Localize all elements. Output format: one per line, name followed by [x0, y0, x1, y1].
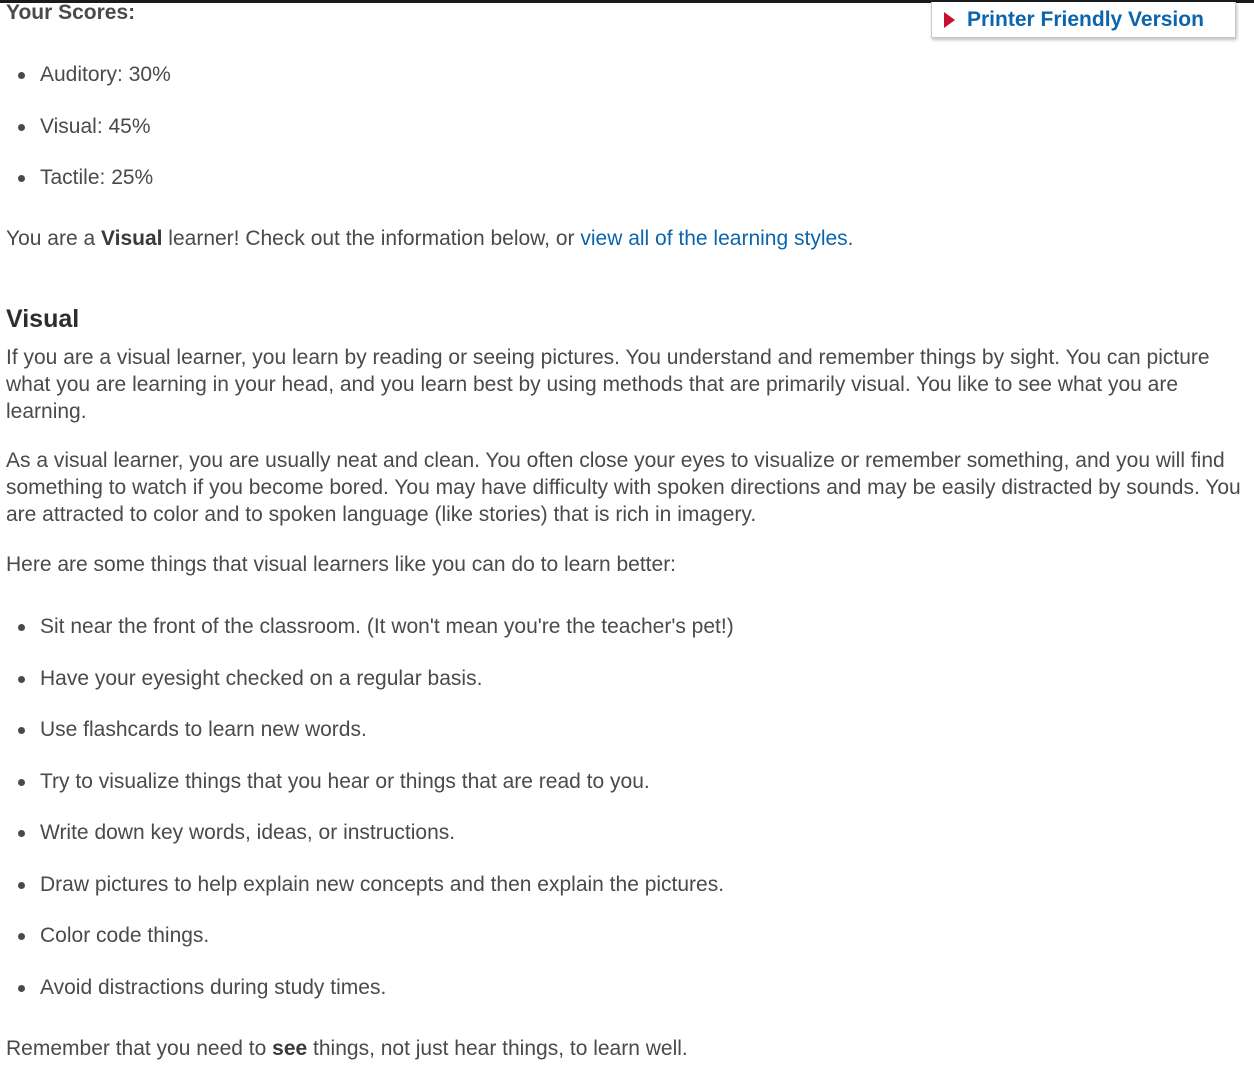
tip-text: Sit near the front of the classroom. (It… [40, 615, 734, 638]
closing-prefix: Remember that you need to [6, 1037, 273, 1060]
list-item: Draw pictures to help explain new concep… [0, 872, 734, 924]
view-all-styles-link[interactable]: view all of the learning styles [580, 227, 847, 250]
tip-text: Avoid distractions during study times. [40, 975, 387, 999]
bullet-icon [18, 72, 25, 79]
result-prefix: You are a [6, 227, 101, 250]
score-label: Tactile: 25% [40, 166, 154, 189]
tip-text: Have your eyesight checked on a regular … [40, 666, 483, 690]
section-title: Visual [6, 305, 80, 333]
bullet-icon [18, 675, 25, 683]
tip-text: Color code things. [40, 924, 210, 947]
bullet-icon [18, 624, 25, 631]
result-style: Visual [100, 227, 163, 250]
list-item: Write down key words, ideas, or instruct… [0, 820, 734, 872]
bullet-icon [18, 123, 25, 131]
play-arrow-icon [944, 11, 955, 28]
list-item: Color code things. [0, 923, 734, 975]
score-item-tactile: Tactile: 25% [0, 165, 171, 217]
bullet-icon [18, 984, 25, 992]
bullet-icon [18, 881, 25, 889]
bullet-icon [18, 778, 25, 786]
tip-text: Write down key words, ideas, or instruct… [40, 821, 456, 844]
score-item-auditory: Auditory: 30% [0, 62, 171, 114]
description-paragraph-1: If you are a visual learner, you learn b… [6, 346, 1210, 423]
printer-friendly-label: Printer Friendly Version [967, 7, 1204, 31]
list-item: Have your eyesight checked on a regular … [0, 666, 734, 718]
printer-friendly-button[interactable]: Printer Friendly Version [931, 2, 1236, 38]
closing-emphasis: see [272, 1037, 308, 1060]
closing-suffix: things, not just hear things, to learn w… [307, 1037, 688, 1060]
scores-list: Auditory: 30% Visual: 45% Tactile: 25% [0, 62, 171, 217]
tips-list: Sit near the front of the classroom. (It… [0, 614, 734, 1026]
bullet-icon [18, 727, 25, 734]
result-suffix: . [847, 227, 854, 250]
result-summary: You are a Visual learner! Check out the … [6, 225, 1246, 252]
tip-text: Try to visualize things that you hear or… [40, 769, 650, 793]
list-item: Sit near the front of the classroom. (It… [0, 614, 734, 666]
closing-statement: Remember that you need to see things, no… [6, 1035, 1246, 1062]
score-label: Auditory: 30% [40, 63, 171, 86]
bullet-icon [18, 830, 25, 837]
scores-heading: Your Scores: [6, 1, 136, 24]
description-paragraph-2: As a visual learner, you are usually nea… [6, 449, 1241, 526]
list-item: Try to visualize things that you hear or… [0, 769, 734, 821]
tip-text: Use flashcards to learn new words. [40, 718, 367, 741]
score-label: Visual: 45% [40, 114, 151, 138]
tip-text: Draw pictures to help explain new concep… [40, 872, 725, 896]
result-middle: learner! Check out the information below… [162, 227, 581, 250]
list-item: Use flashcards to learn new words. [0, 717, 734, 769]
list-item: Avoid distractions during study times. [0, 975, 734, 1027]
bullet-icon [18, 933, 25, 940]
bullet-icon [18, 175, 25, 182]
score-item-visual: Visual: 45% [0, 114, 171, 166]
tips-intro: Here are some things that visual learner… [6, 553, 677, 576]
